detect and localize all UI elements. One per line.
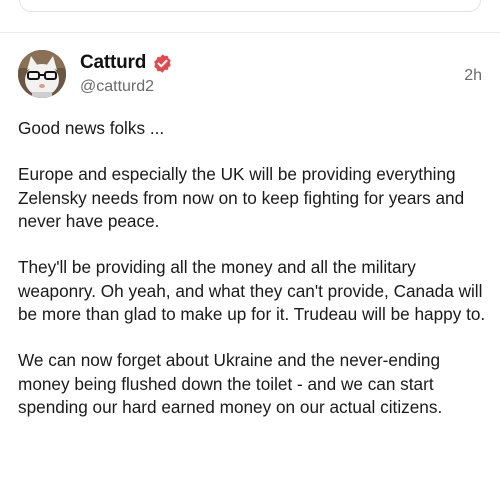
- post-header: Catturd @catturd2 2h: [18, 50, 482, 100]
- post-timestamp[interactable]: 2h: [464, 67, 482, 85]
- post-paragraph: They'll be providing all the money and a…: [18, 257, 486, 324]
- avatar[interactable]: [18, 50, 66, 98]
- post-body: Good news folks ... Europe and especiall…: [18, 117, 486, 442]
- author-handle[interactable]: @catturd2: [80, 78, 154, 96]
- previous-post-card[interactable]: [19, 0, 481, 12]
- post-paragraph: Good news folks ...: [18, 118, 165, 138]
- author-name[interactable]: Catturd: [80, 52, 146, 74]
- feed-page: Catturd @catturd2 2h Good news folks ...…: [0, 0, 500, 485]
- post-paragraph: We can now forget about Ukraine and the …: [18, 350, 443, 417]
- author-row: Catturd: [80, 52, 173, 74]
- verified-badge-icon: [152, 53, 173, 74]
- post-paragraph: Europe and especially the UK will be pro…: [18, 164, 465, 231]
- cat-avatar-icon: [18, 50, 66, 98]
- post-divider: [0, 32, 500, 33]
